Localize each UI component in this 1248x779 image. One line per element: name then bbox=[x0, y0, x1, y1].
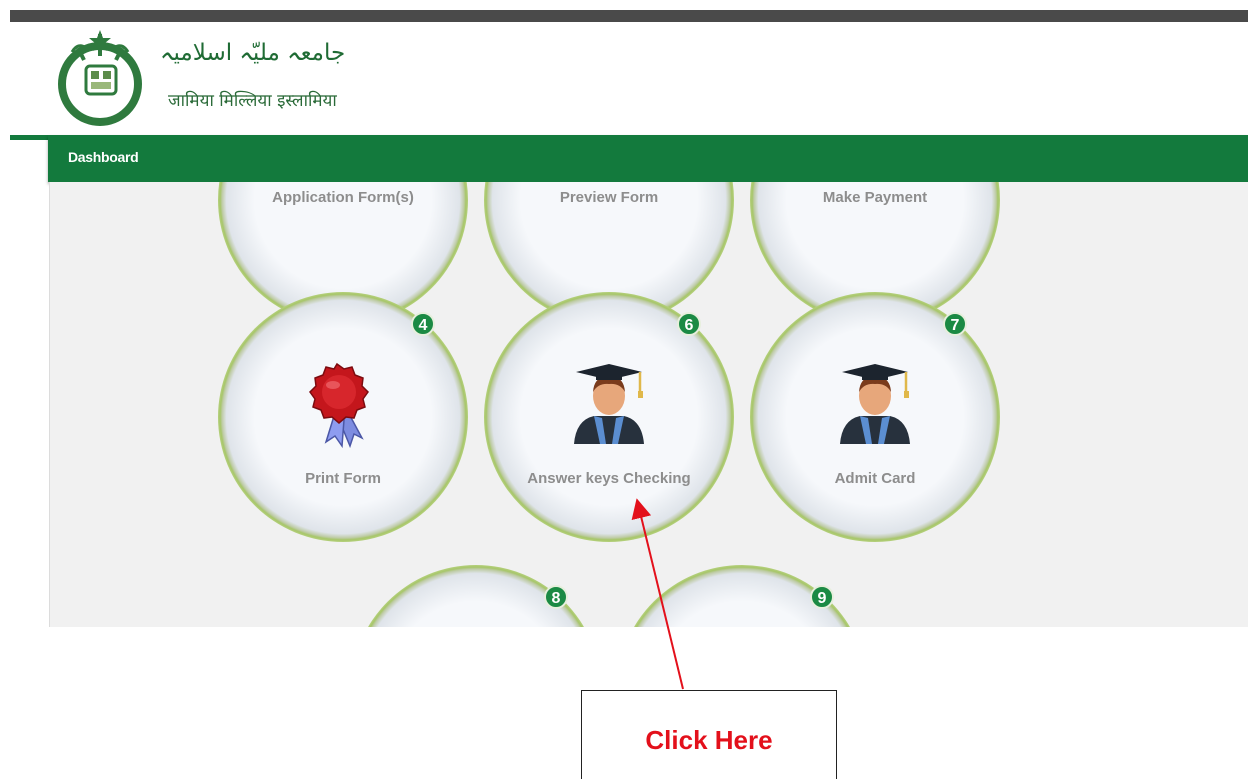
tile-badge: 6 bbox=[677, 312, 701, 336]
tile-label: Print Form bbox=[305, 470, 381, 487]
tile-badge: 7 bbox=[943, 312, 967, 336]
tile-admit-card[interactable]: Admit Card 7 bbox=[750, 292, 1000, 542]
nav-edge bbox=[10, 135, 48, 140]
site-header: جامعہ ملیّہ اسلامیہ जामिया मिल्लिया इस्ल… bbox=[0, 22, 1248, 134]
tile-badge: 4 bbox=[411, 312, 435, 336]
click-here-callout: Click Here bbox=[581, 690, 837, 779]
urdu-university-name: جامعہ ملیّہ اسلامیہ bbox=[160, 40, 346, 66]
tile-label: Preview Form bbox=[559, 189, 659, 206]
callout-text: Click Here bbox=[645, 725, 773, 755]
graduate-icon bbox=[840, 364, 910, 444]
top-dark-bar bbox=[10, 10, 1248, 22]
main-navbar: Dashboard bbox=[48, 135, 1248, 182]
hindi-university-name: जामिया मिल्लिया इस्लामिया bbox=[168, 91, 337, 111]
jamia-emblem-logo[interactable] bbox=[54, 26, 148, 126]
tile-8[interactable]: 8 bbox=[351, 565, 601, 627]
tile-label: Make Payment bbox=[822, 189, 928, 206]
tile-badge: 9 bbox=[810, 585, 834, 609]
tile-label: Admit Card bbox=[834, 470, 916, 487]
tile-answer-keys-checking[interactable]: Answer keys Checking 6 bbox=[484, 292, 734, 542]
tile-9[interactable]: 9 bbox=[617, 565, 867, 627]
tile-label: Answer keys Checking bbox=[527, 470, 691, 487]
dashboard-content: Application Form(s) Preview Form Make Pa… bbox=[49, 182, 1248, 627]
tile-label: Application Form(s) bbox=[272, 189, 414, 206]
tile-badge: 8 bbox=[544, 585, 568, 609]
wax-seal-icon bbox=[309, 362, 369, 449]
tile-print-form[interactable]: Print Form 4 bbox=[218, 292, 468, 542]
nav-item-dashboard[interactable]: Dashboard bbox=[68, 149, 139, 165]
graduate-icon bbox=[574, 364, 644, 444]
